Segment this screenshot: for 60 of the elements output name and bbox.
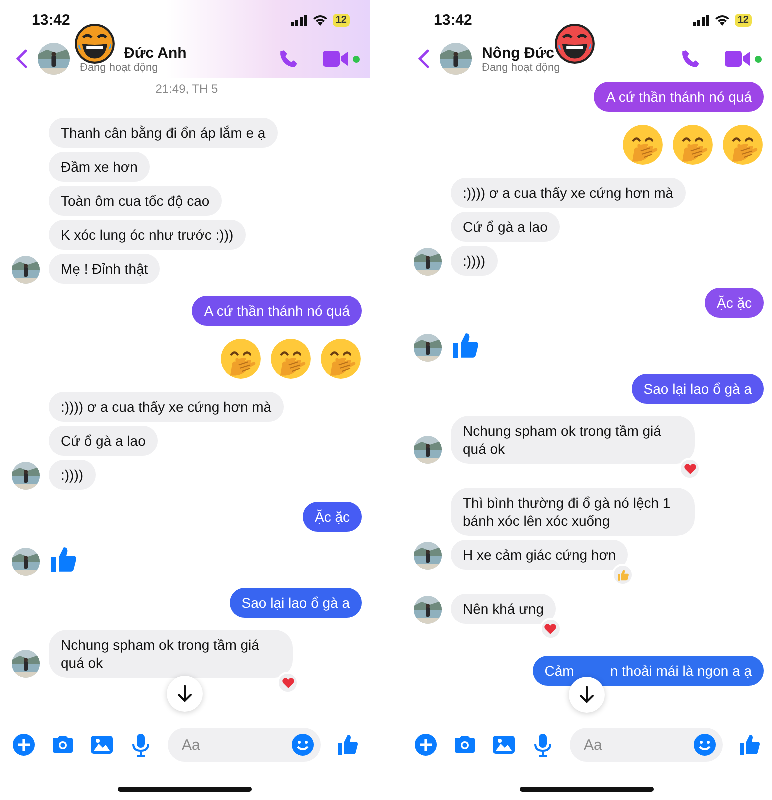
battery-level: 12: [734, 14, 752, 26]
received-message: Cứ ổ gà a lao: [451, 212, 560, 242]
received-message: Nên khá ưng: [451, 594, 556, 624]
back-button-icon[interactable]: [16, 49, 28, 69]
active-status: Đang hoạt động: [80, 62, 160, 74]
online-dot: [353, 56, 360, 62]
arrow-down-icon: [579, 686, 595, 704]
received-message: :)))) ơ a cua thấy xe cứng hơn mà: [451, 178, 686, 208]
signal-icon: [290, 14, 308, 26]
like-button-icon[interactable]: [738, 733, 762, 757]
sent-message: Ặc ặc: [302, 502, 362, 532]
phone-call-icon[interactable]: [681, 49, 701, 69]
scroll-down-button[interactable]: [167, 676, 203, 712]
status-time: 13:42: [32, 12, 70, 28]
video-call-icon[interactable]: [323, 50, 349, 68]
message-input[interactable]: Aa: [582, 736, 693, 754]
smiley-icon[interactable]: [693, 733, 717, 757]
received-message: Mẹ ! Đỉnh thật: [49, 254, 160, 284]
scroll-down-button[interactable]: [569, 677, 605, 713]
online-dot: [755, 56, 762, 62]
sent-message: Ặc ặc: [704, 288, 764, 318]
contact-name: Đức Anh: [123, 44, 188, 62]
received-message: Nchung spham ok trong tầm giá quá ok: [451, 416, 695, 464]
message-input[interactable]: Aa: [180, 736, 291, 754]
battery-level: 12: [332, 14, 350, 26]
timestamp: 21:49, TH 5: [156, 82, 218, 96]
received-message: Toàn ôm cua tốc độ cao: [49, 186, 222, 216]
received-message: K xóc lung óc như trước :))): [49, 220, 246, 250]
add-icon[interactable]: [12, 733, 36, 757]
like-button-icon[interactable]: [336, 733, 360, 757]
image-icon[interactable]: [492, 733, 516, 757]
arrow-down-icon: [177, 685, 193, 703]
signal-icon: [692, 14, 710, 26]
wifi-icon: [312, 14, 328, 26]
contact-name: Nông Đức: [482, 44, 556, 62]
status-time: 13:42: [434, 12, 472, 28]
back-button-icon[interactable]: [418, 49, 430, 69]
wifi-icon: [714, 14, 730, 26]
received-message: :)))): [451, 246, 498, 276]
received-message: Thanh cân bằng đi ổn áp lắm e ạ: [49, 118, 278, 148]
received-message: Thì bình thường đi ổ gà nó lệch 1 bánh xóc lên xóc xuống: [451, 488, 695, 536]
sent-message: Cảm n thoải mái là ngon a ạ: [532, 656, 764, 686]
received-message: Đầm xe hơn: [49, 152, 150, 182]
received-message: :)))) ơ a cua thấy xe cứng hơn mà: [49, 392, 284, 422]
message-field[interactable]: Aa: [168, 728, 321, 762]
sent-message: A cứ thần thánh nó quá: [594, 82, 764, 112]
image-icon[interactable]: [90, 733, 114, 757]
message-field[interactable]: Aa: [570, 728, 723, 762]
received-message: :)))): [49, 460, 96, 490]
sent-message: Sao lại lao ổ gà a: [230, 588, 362, 618]
received-message: Nchung spham ok trong tầm giá quá ok: [49, 630, 293, 678]
sent-message: Sao lại lao ổ gà a: [632, 374, 764, 404]
phone-call-icon[interactable]: [279, 49, 299, 69]
smiley-icon[interactable]: [291, 733, 315, 757]
video-call-icon[interactable]: [725, 50, 751, 68]
received-message: Cứ ổ gà a lao: [49, 426, 158, 456]
add-icon[interactable]: [414, 733, 438, 757]
active-status: Đang hoạt động: [482, 62, 562, 74]
received-message: H xe cảm giác cứng hơn: [451, 540, 628, 570]
sent-message: A cứ thần thánh nó quá: [192, 296, 362, 326]
